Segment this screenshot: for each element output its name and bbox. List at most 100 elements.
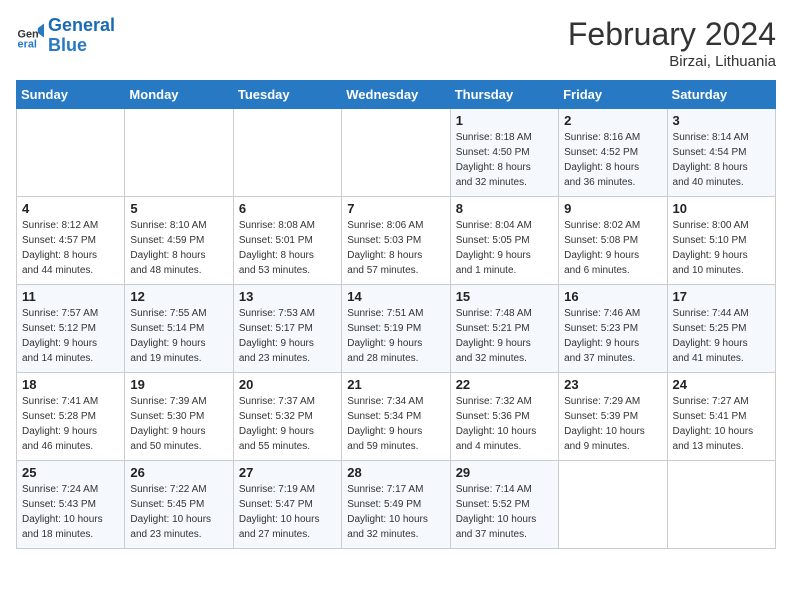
calendar-cell: 26 Sunrise: 7:22 AM Sunset: 5:45 PM Dayli… xyxy=(125,461,233,549)
calendar-cell: 3 Sunrise: 8:14 AM Sunset: 4:54 PM Daylig… xyxy=(667,109,775,197)
logo: Gen eral GeneralBlue xyxy=(16,16,115,56)
day-number: 13 xyxy=(239,289,336,304)
calendar-cell: 7 Sunrise: 8:06 AM Sunset: 5:03 PM Daylig… xyxy=(342,197,450,285)
logo-text: GeneralBlue xyxy=(48,16,115,56)
calendar-cell: 11 Sunrise: 7:57 AM Sunset: 5:12 PM Dayli… xyxy=(17,285,125,373)
day-number: 2 xyxy=(564,113,661,128)
calendar-week-row: 1 Sunrise: 8:18 AM Sunset: 4:50 PM Daylig… xyxy=(17,109,776,197)
day-content: Sunrise: 8:10 AM Sunset: 4:59 PM Dayligh… xyxy=(130,218,227,278)
day-of-week-header: Wednesday xyxy=(342,81,450,109)
day-content: Sunrise: 7:14 AM Sunset: 5:52 PM Dayligh… xyxy=(456,482,553,542)
calendar-cell: 25Sunrise: 7:24 AM Sunset: 5:43 PM Dayli… xyxy=(17,461,125,549)
calendar-cell: 15 Sunrise: 7:48 AM Sunset: 5:21 PM Dayli… xyxy=(450,285,558,373)
day-content: Sunrise: 7:57 AM Sunset: 5:12 PM Dayligh… xyxy=(22,306,119,366)
calendar-cell: 14 Sunrise: 7:51 AM Sunset: 5:19 PM Dayli… xyxy=(342,285,450,373)
svg-text:eral: eral xyxy=(18,38,37,49)
calendar-cell: 13Sunrise: 7:53 AM Sunset: 5:17 PM Dayli… xyxy=(233,285,341,373)
day-content: Sunrise: 7:46 AM Sunset: 5:23 PM Dayligh… xyxy=(564,306,661,366)
page-header: Gen eral GeneralBlue February 2024 Birza… xyxy=(16,16,776,70)
day-number: 28 xyxy=(347,465,444,480)
calendar-cell xyxy=(125,109,233,197)
day-number: 14 xyxy=(347,289,444,304)
day-content: Sunrise: 8:14 AM Sunset: 4:54 PM Dayligh… xyxy=(673,130,770,190)
day-content: Sunrise: 7:32 AM Sunset: 5:36 PM Dayligh… xyxy=(456,394,553,454)
day-of-week-header: Friday xyxy=(559,81,667,109)
calendar-cell: 17 Sunrise: 7:44 AM Sunset: 5:25 PM Dayli… xyxy=(667,285,775,373)
day-number: 24 xyxy=(673,377,770,392)
day-of-week-header: Tuesday xyxy=(233,81,341,109)
calendar-week-row: 18 Sunrise: 7:41 AM Sunset: 5:28 PM Dayli… xyxy=(17,373,776,461)
day-content: Sunrise: 7:19 AM Sunset: 5:47 PM Dayligh… xyxy=(239,482,336,542)
day-number: 19 xyxy=(130,377,227,392)
calendar-cell: 28 Sunrise: 7:17 AM Sunset: 5:49 PM Dayli… xyxy=(342,461,450,549)
calendar-cell: 6 Sunrise: 8:08 AM Sunset: 5:01 PM Daylig… xyxy=(233,197,341,285)
day-number: 4 xyxy=(22,201,119,216)
day-content: Sunrise: 8:18 AM Sunset: 4:50 PM Dayligh… xyxy=(456,130,553,190)
calendar-cell xyxy=(17,109,125,197)
title-block: February 2024 Birzai, Lithuania xyxy=(568,16,776,70)
day-number: 21 xyxy=(347,377,444,392)
day-number: 1 xyxy=(456,113,553,128)
day-content: Sunrise: 8:04 AM Sunset: 5:05 PM Dayligh… xyxy=(456,218,553,278)
day-number: 6 xyxy=(239,201,336,216)
day-content: Sunrise: 8:06 AM Sunset: 5:03 PM Dayligh… xyxy=(347,218,444,278)
day-content: Sunrise: 7:51 AM Sunset: 5:19 PM Dayligh… xyxy=(347,306,444,366)
day-content: Sunrise: 7:37 AM Sunset: 5:32 PM Dayligh… xyxy=(239,394,336,454)
calendar-cell: 22Sunrise: 7:32 AM Sunset: 5:36 PM Dayli… xyxy=(450,373,558,461)
calendar-cell: 21 Sunrise: 7:34 AM Sunset: 5:34 PM Dayli… xyxy=(342,373,450,461)
days-header-row: SundayMondayTuesdayWednesdayThursdayFrid… xyxy=(17,81,776,109)
month-title: February 2024 xyxy=(568,16,776,53)
location: Birzai, Lithuania xyxy=(568,53,776,70)
calendar-cell: 16 Sunrise: 7:46 AM Sunset: 5:23 PM Dayli… xyxy=(559,285,667,373)
day-number: 25 xyxy=(22,465,119,480)
calendar-cell xyxy=(559,461,667,549)
calendar-cell: 1 Sunrise: 8:18 AM Sunset: 4:50 PM Daylig… xyxy=(450,109,558,197)
day-number: 17 xyxy=(673,289,770,304)
day-content: Sunrise: 7:22 AM Sunset: 5:45 PM Dayligh… xyxy=(130,482,227,542)
calendar-cell: 4Sunrise: 8:12 AM Sunset: 4:57 PM Daylig… xyxy=(17,197,125,285)
day-content: Sunrise: 8:08 AM Sunset: 5:01 PM Dayligh… xyxy=(239,218,336,278)
day-number: 9 xyxy=(564,201,661,216)
day-content: Sunrise: 7:17 AM Sunset: 5:49 PM Dayligh… xyxy=(347,482,444,542)
day-of-week-header: Saturday xyxy=(667,81,775,109)
day-number: 23 xyxy=(564,377,661,392)
calendar-cell: 8 Sunrise: 8:04 AM Sunset: 5:05 PM Daylig… xyxy=(450,197,558,285)
day-number: 18 xyxy=(22,377,119,392)
day-of-week-header: Sunday xyxy=(17,81,125,109)
calendar-week-row: 4Sunrise: 8:12 AM Sunset: 4:57 PM Daylig… xyxy=(17,197,776,285)
day-content: Sunrise: 7:44 AM Sunset: 5:25 PM Dayligh… xyxy=(673,306,770,366)
day-number: 29 xyxy=(456,465,553,480)
logo-icon: Gen eral xyxy=(16,22,44,50)
day-number: 16 xyxy=(564,289,661,304)
calendar-cell: 20Sunrise: 7:37 AM Sunset: 5:32 PM Dayli… xyxy=(233,373,341,461)
calendar-cell: 23 Sunrise: 7:29 AM Sunset: 5:39 PM Dayli… xyxy=(559,373,667,461)
day-content: Sunrise: 7:41 AM Sunset: 5:28 PM Dayligh… xyxy=(22,394,119,454)
calendar-cell xyxy=(233,109,341,197)
day-number: 5 xyxy=(130,201,227,216)
day-number: 11 xyxy=(22,289,119,304)
calendar-cell: 27 Sunrise: 7:19 AM Sunset: 5:47 PM Dayli… xyxy=(233,461,341,549)
calendar-week-row: 25Sunrise: 7:24 AM Sunset: 5:43 PM Dayli… xyxy=(17,461,776,549)
calendar-week-row: 11 Sunrise: 7:57 AM Sunset: 5:12 PM Dayli… xyxy=(17,285,776,373)
calendar-cell: 12Sunrise: 7:55 AM Sunset: 5:14 PM Dayli… xyxy=(125,285,233,373)
calendar-table: SundayMondayTuesdayWednesdayThursdayFrid… xyxy=(16,80,776,549)
day-number: 26 xyxy=(130,465,227,480)
calendar-cell: 24 Sunrise: 7:27 AM Sunset: 5:41 PM Dayli… xyxy=(667,373,775,461)
calendar-cell: 29 Sunrise: 7:14 AM Sunset: 5:52 PM Dayli… xyxy=(450,461,558,549)
day-content: Sunrise: 7:27 AM Sunset: 5:41 PM Dayligh… xyxy=(673,394,770,454)
day-content: Sunrise: 8:02 AM Sunset: 5:08 PM Dayligh… xyxy=(564,218,661,278)
day-number: 27 xyxy=(239,465,336,480)
day-number: 7 xyxy=(347,201,444,216)
calendar-cell: 10Sunrise: 8:00 AM Sunset: 5:10 PM Dayli… xyxy=(667,197,775,285)
day-content: Sunrise: 7:34 AM Sunset: 5:34 PM Dayligh… xyxy=(347,394,444,454)
day-of-week-header: Monday xyxy=(125,81,233,109)
day-content: Sunrise: 7:48 AM Sunset: 5:21 PM Dayligh… xyxy=(456,306,553,366)
day-number: 8 xyxy=(456,201,553,216)
day-number: 3 xyxy=(673,113,770,128)
day-of-week-header: Thursday xyxy=(450,81,558,109)
day-number: 15 xyxy=(456,289,553,304)
day-content: Sunrise: 7:29 AM Sunset: 5:39 PM Dayligh… xyxy=(564,394,661,454)
calendar-cell xyxy=(667,461,775,549)
calendar-cell: 5 Sunrise: 8:10 AM Sunset: 4:59 PM Daylig… xyxy=(125,197,233,285)
day-number: 10 xyxy=(673,201,770,216)
